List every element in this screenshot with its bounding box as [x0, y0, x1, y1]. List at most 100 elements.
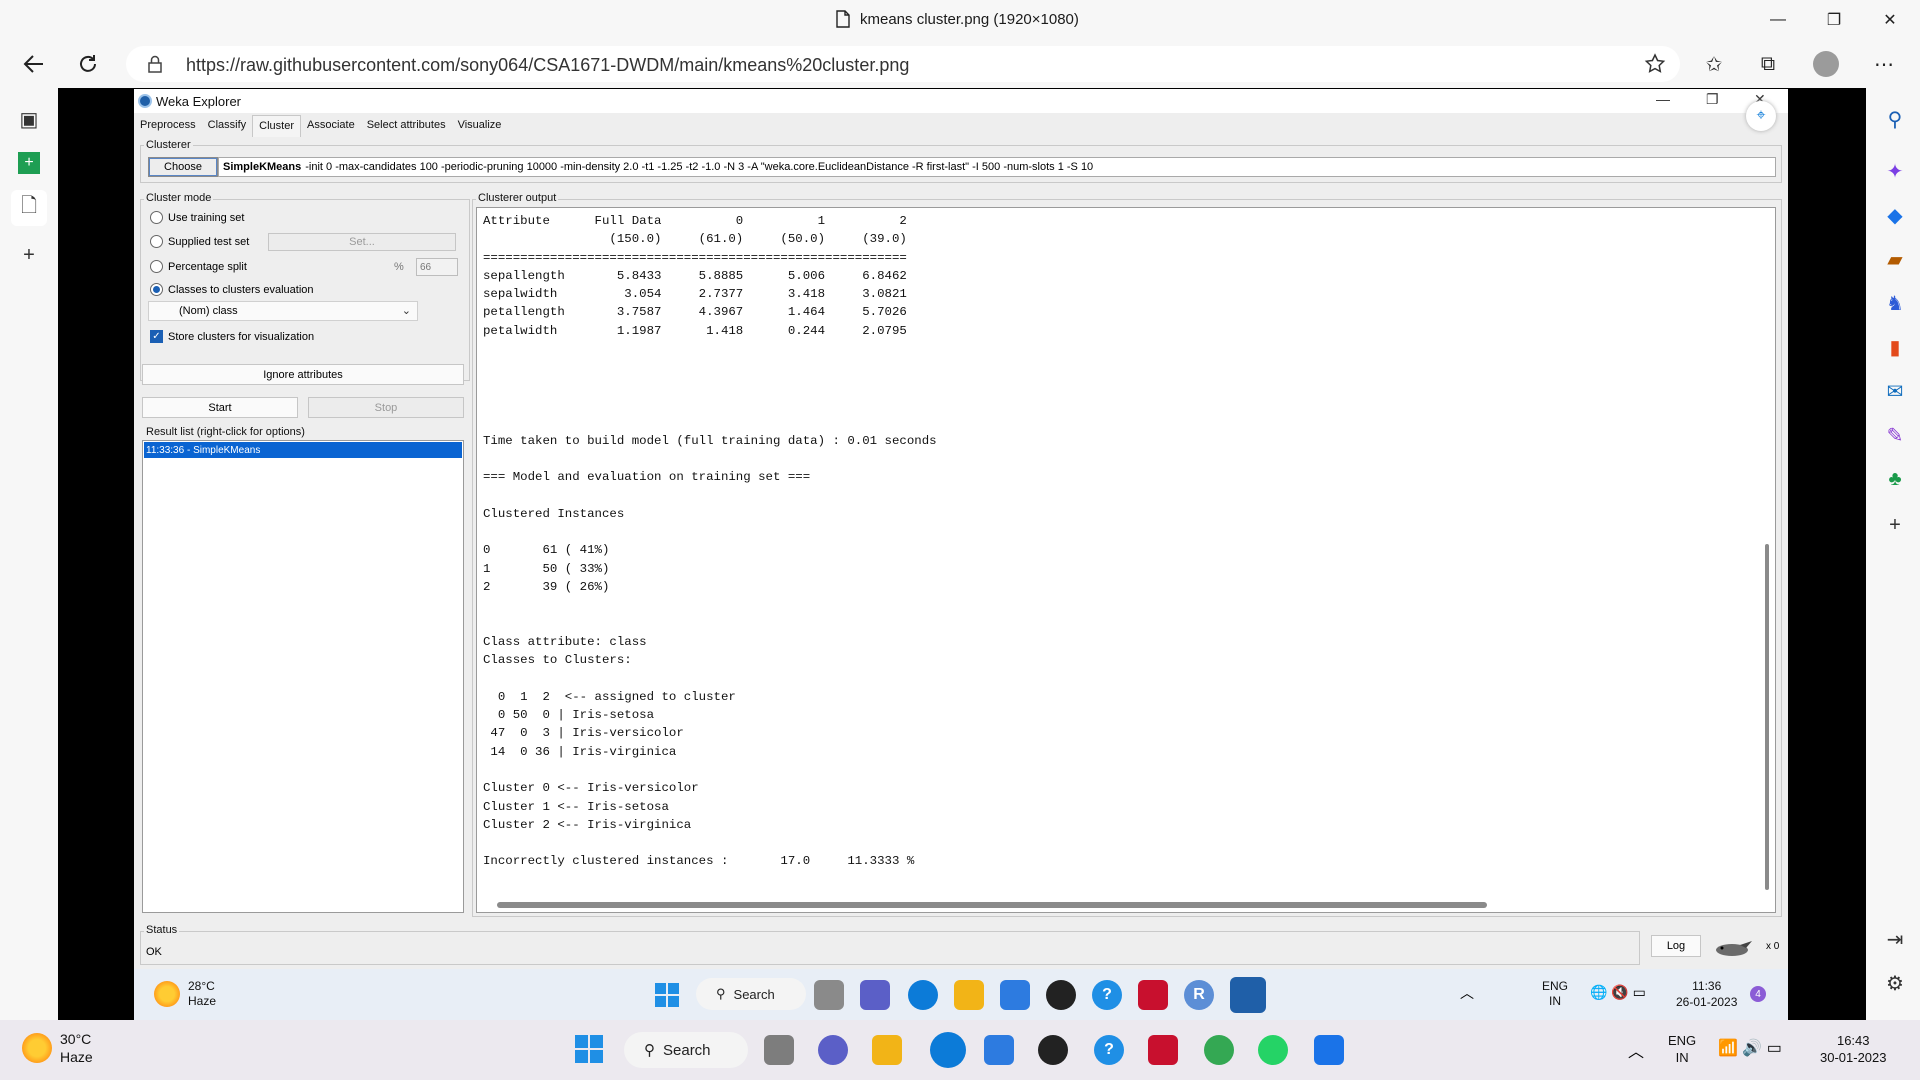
inner-start-icon[interactable] — [652, 980, 682, 1010]
github-icon[interactable] — [1038, 1035, 1068, 1065]
tools-icon[interactable]: ▰ — [1880, 244, 1910, 274]
result-list-item[interactable]: 11:33:36 - SimpleKMeans — [144, 442, 462, 458]
inner-clock[interactable]: 11:36 26-01-2023 — [1676, 978, 1737, 1010]
network-volume-battery-icons[interactable]: 🌐 🔇 ▭ — [1590, 984, 1646, 1001]
settings-icon[interactable]: ⚙ — [1880, 968, 1910, 998]
clock[interactable]: 16:43 30-01-2023 — [1820, 1032, 1887, 1066]
task-view-icon[interactable] — [814, 980, 844, 1010]
taskbar-search-button[interactable]: ⚲ Search — [624, 1032, 748, 1068]
lock-icon — [148, 55, 162, 73]
new-tab-icon[interactable]: + — [14, 240, 44, 270]
weka-bird-icon[interactable] — [1712, 937, 1752, 959]
chrome-icon[interactable] — [1204, 1035, 1234, 1065]
radio-button[interactable] — [150, 235, 163, 248]
more-options-icon[interactable]: ⋯ — [1866, 48, 1902, 80]
use-training-set-option[interactable]: Use training set — [150, 211, 244, 224]
r-app-icon[interactable]: R — [1184, 980, 1214, 1010]
shopping-icon[interactable]: ◆ — [1880, 200, 1910, 230]
left-sidebar: ▣ + 🗋 + — [0, 88, 58, 1020]
weka-maximize-button[interactable]: ❐ — [1706, 91, 1719, 108]
percentage-split-field[interactable]: 66 — [416, 258, 458, 276]
file-explorer-icon[interactable] — [954, 980, 984, 1010]
weather-widget[interactable]: 30°C Haze — [22, 1030, 93, 1066]
help-icon[interactable]: ? — [1094, 1035, 1124, 1065]
outlook-icon[interactable]: ✉ — [1880, 376, 1910, 406]
file-explorer-icon[interactable] — [872, 1035, 902, 1065]
current-tab-icon[interactable]: 🗋 — [11, 190, 47, 226]
start-icon[interactable] — [574, 1034, 604, 1064]
mcafee-icon[interactable] — [1138, 980, 1168, 1010]
profile-avatar[interactable] — [1808, 48, 1844, 80]
tab-actions-icon[interactable]: ▣ — [14, 104, 44, 134]
wifi-volume-battery-icons[interactable]: 📶 🔊 ▭ — [1718, 1038, 1782, 1058]
back-button[interactable] — [16, 48, 52, 80]
horizontal-scrollbar[interactable] — [497, 902, 1487, 908]
tab-cluster[interactable]: Cluster — [252, 115, 301, 137]
notification-badge[interactable]: 4 — [1750, 986, 1766, 1002]
result-list[interactable]: 11:33:36 - SimpleKMeans — [142, 440, 464, 913]
start-button[interactable]: Start — [142, 397, 298, 418]
log-button[interactable]: Log — [1651, 935, 1701, 957]
stop-button[interactable]: Stop — [308, 397, 464, 418]
supplied-test-set-option[interactable]: Supplied test set — [150, 235, 249, 248]
weka-taskbar-icon[interactable] — [1230, 977, 1266, 1013]
collections-icon[interactable]: ⧉ — [1750, 48, 1786, 80]
show-hidden-icons[interactable]: ︿ — [1460, 983, 1474, 1003]
inner-language-indicator[interactable]: ENG IN — [1542, 979, 1568, 1009]
office-icon[interactable]: ▮ — [1880, 332, 1910, 362]
tree-icon[interactable]: ♣ — [1880, 464, 1910, 494]
mcafee-icon[interactable] — [1148, 1035, 1178, 1065]
language-indicator[interactable]: ENG IN — [1668, 1032, 1696, 1066]
tab-classify[interactable]: Classify — [202, 115, 253, 137]
designer-icon[interactable]: ✎ — [1880, 420, 1910, 450]
tab-associate[interactable]: Associate — [301, 115, 361, 137]
url-field[interactable]: https://raw.githubusercontent.com/sony06… — [126, 46, 1680, 82]
clusterer-output-panel[interactable]: Attribute Full Data 0 1 2 (150.0) (61.0)… — [476, 207, 1776, 913]
inner-weather-widget[interactable]: 28°C Haze — [154, 979, 216, 1009]
tab-preprocess[interactable]: Preprocess — [134, 115, 202, 137]
github-icon[interactable] — [1046, 980, 1076, 1010]
add-sidebar-app-icon[interactable]: + — [1880, 510, 1910, 540]
set-button[interactable]: Set... — [268, 233, 456, 251]
tab-select-attributes[interactable]: Select attributes — [361, 115, 452, 137]
edge-icon[interactable] — [908, 980, 938, 1010]
teams-chat-icon[interactable] — [818, 1035, 848, 1065]
sheets-app-icon[interactable]: + — [14, 148, 44, 178]
radio-button[interactable] — [150, 260, 163, 273]
edge-icon[interactable] — [930, 1032, 966, 1068]
classes-to-clusters-option[interactable]: Classes to clusters evaluation — [150, 283, 314, 296]
teams-chat-icon[interactable] — [860, 980, 890, 1010]
inner-search-button[interactable]: ⚲ Search — [696, 978, 806, 1010]
radio-button[interactable] — [150, 211, 163, 224]
close-button[interactable]: ✕ — [1870, 6, 1910, 34]
percentage-split-option[interactable]: Percentage split — [150, 260, 247, 273]
task-view-icon[interactable] — [764, 1035, 794, 1065]
games-icon[interactable]: ♞ — [1880, 288, 1910, 318]
favorites-icon[interactable]: ✩ — [1696, 48, 1732, 80]
vertical-scrollbar[interactable] — [1763, 228, 1771, 904]
document-title-text: kmeans cluster.png (1920×1080) — [860, 10, 1079, 28]
choose-button[interactable]: Choose — [148, 157, 218, 177]
radio-button-selected[interactable] — [150, 283, 163, 296]
copilot-icon[interactable]: ✦ — [1880, 156, 1910, 186]
photos-icon[interactable] — [1314, 1035, 1344, 1065]
show-hidden-icons[interactable]: ︿ — [1628, 1038, 1644, 1062]
weka-minimize-button[interactable]: — — [1656, 91, 1670, 107]
whatsapp-icon[interactable] — [1258, 1035, 1288, 1065]
checkbox-checked[interactable]: ✓ — [150, 330, 163, 343]
store-clusters-option[interactable]: ✓ Store clusters for visualization — [150, 330, 314, 343]
add-favorite-icon[interactable] — [1644, 53, 1666, 75]
search-icon[interactable]: ⚲ — [1880, 104, 1910, 134]
class-attribute-select[interactable]: (Nom) class ⌄ — [148, 301, 418, 321]
ignore-attributes-button[interactable]: Ignore attributes — [142, 364, 464, 385]
refresh-button[interactable] — [70, 48, 106, 80]
tab-visualize[interactable]: Visualize — [452, 115, 508, 137]
restore-button[interactable]: ❐ — [1814, 6, 1854, 34]
store-icon[interactable] — [984, 1035, 1014, 1065]
minimize-button[interactable]: — — [1758, 6, 1798, 34]
visual-search-icon[interactable]: ⌖ — [1746, 101, 1776, 131]
store-icon[interactable] — [1000, 980, 1030, 1010]
clusterer-config-field[interactable]: SimpleKMeans -init 0 -max-candidates 100… — [218, 157, 1776, 177]
help-icon[interactable]: ? — [1092, 980, 1122, 1010]
hide-sidebar-icon[interactable]: ⇥ — [1880, 924, 1910, 954]
